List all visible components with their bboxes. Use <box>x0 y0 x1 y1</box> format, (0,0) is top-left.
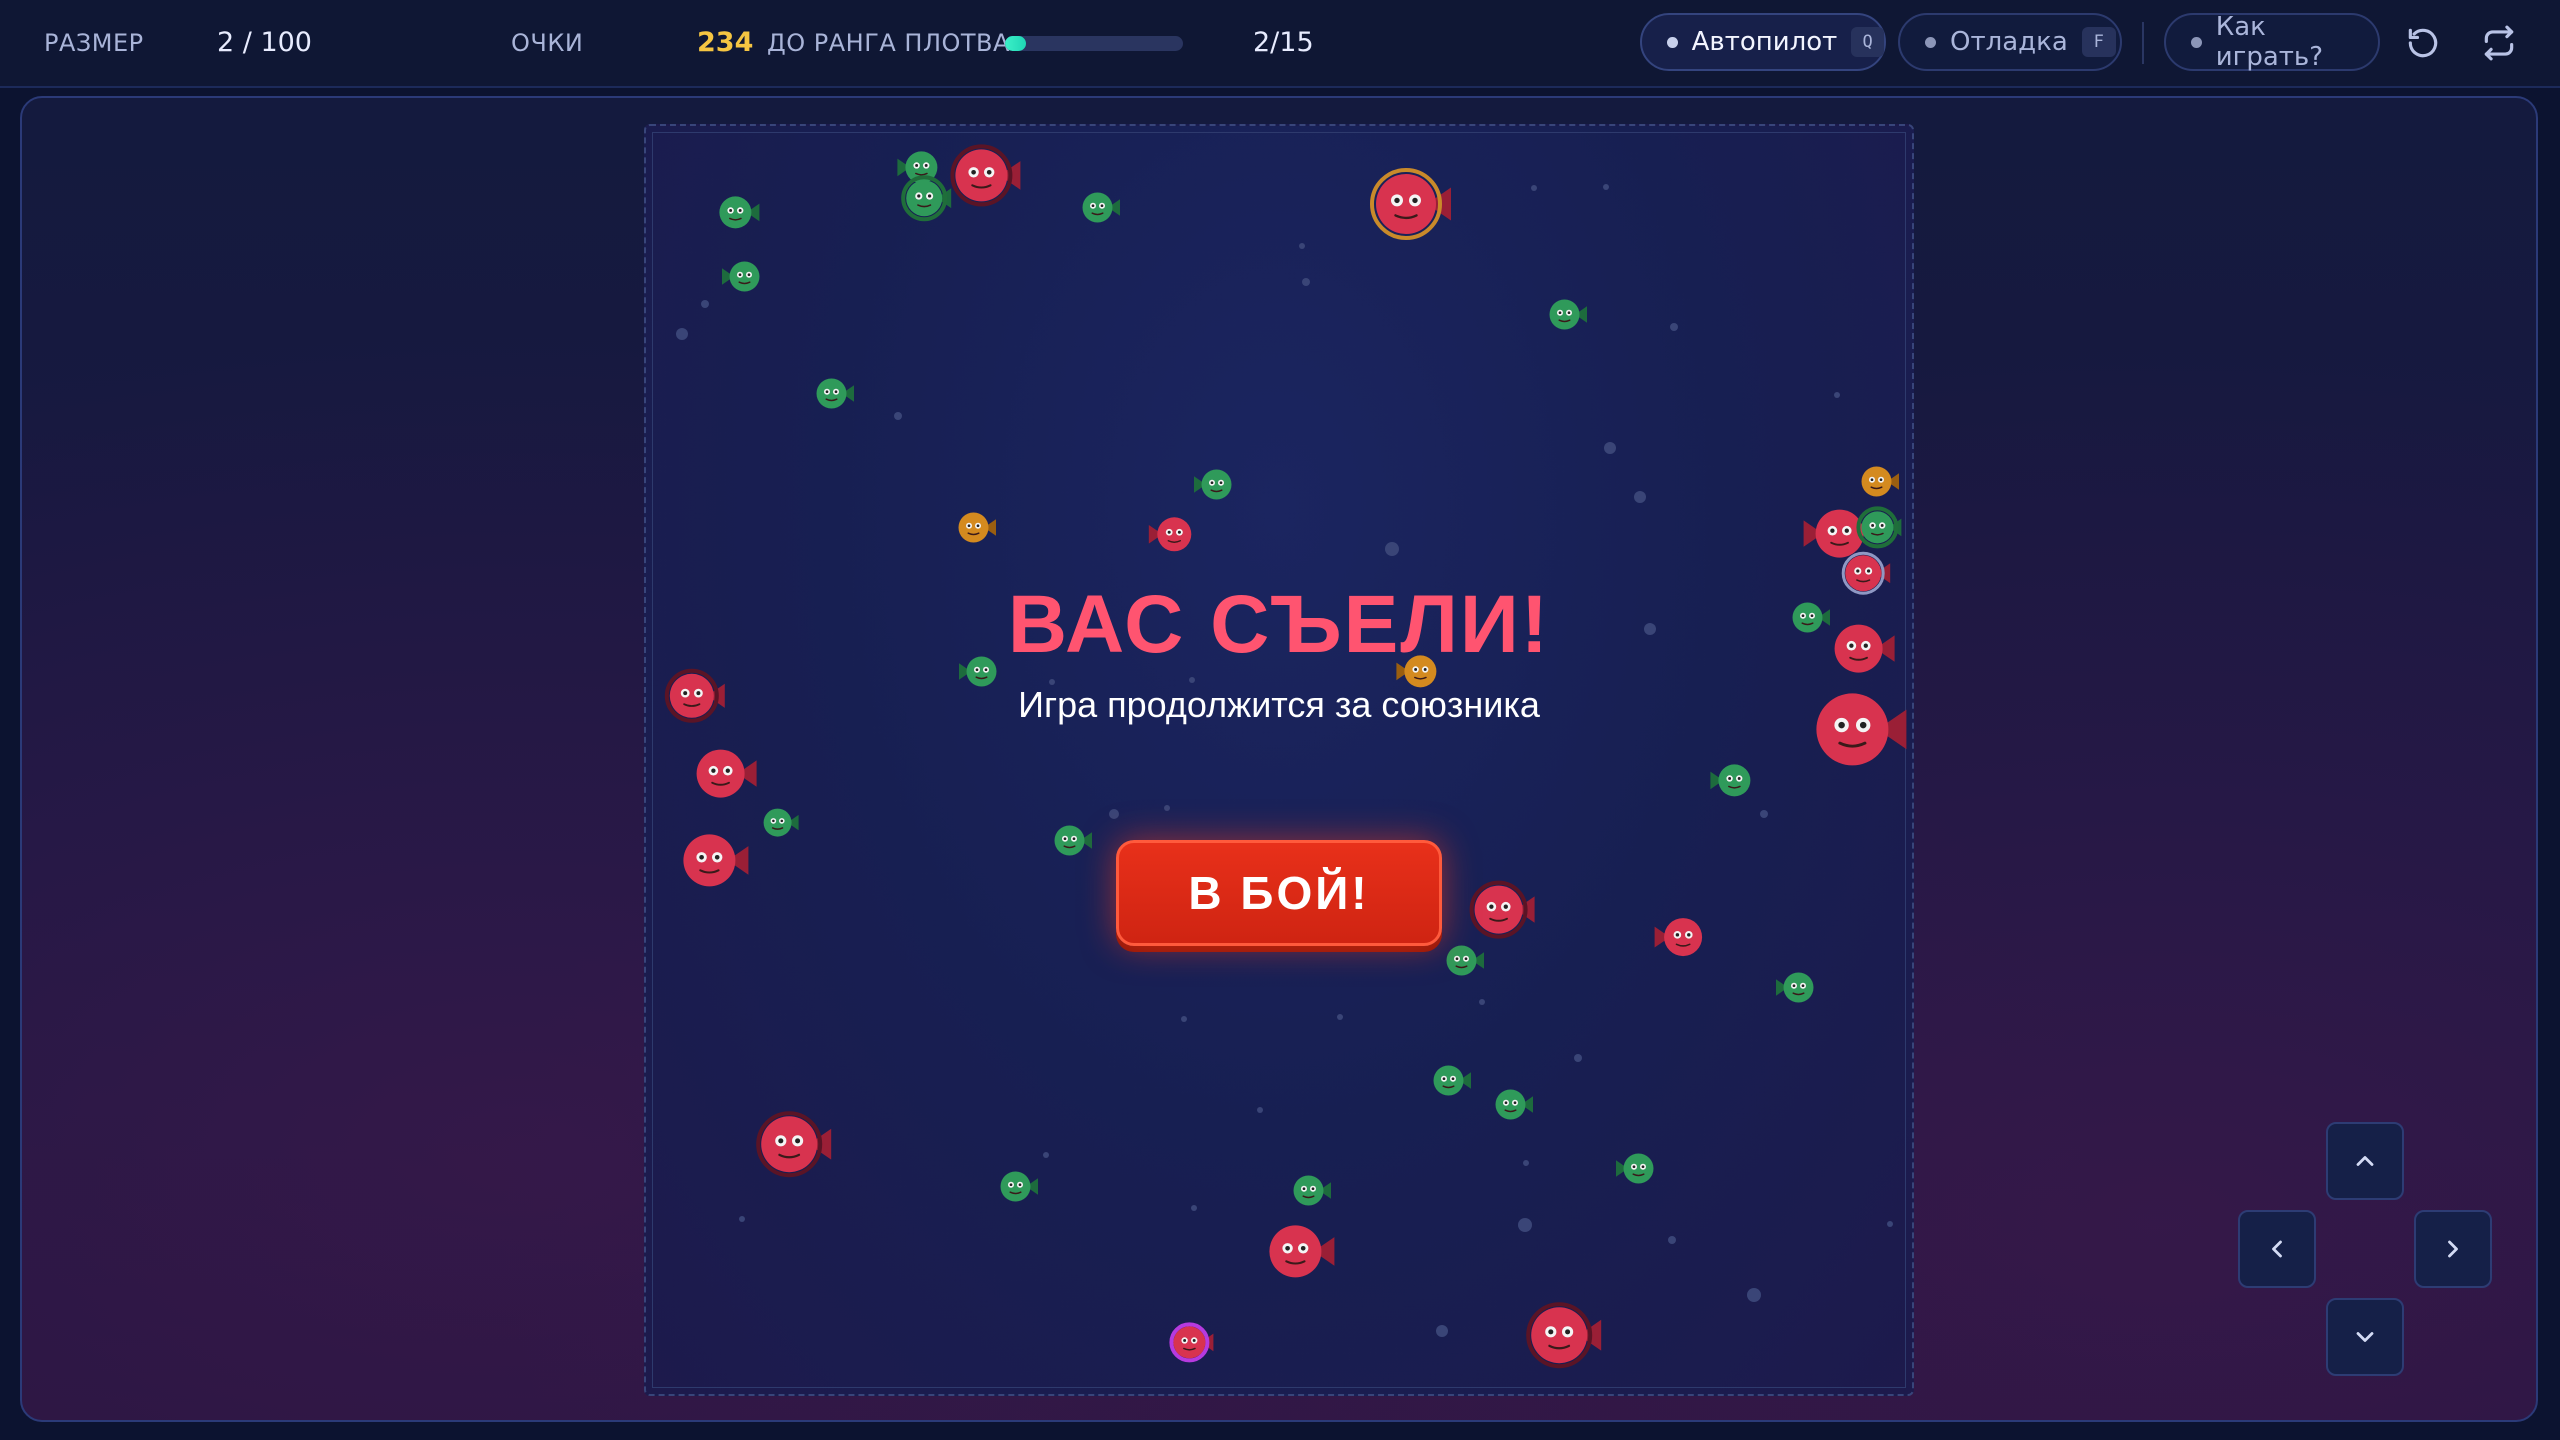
background-speck <box>1604 442 1616 454</box>
background-speck <box>1189 677 1195 683</box>
game-over-title: ВАС СЪЕЛИ! <box>1007 579 1551 670</box>
score-value: 234 <box>697 27 754 58</box>
help-dot <box>2191 36 2202 48</box>
swap-icon[interactable] <box>2476 20 2522 66</box>
restart-icon[interactable] <box>2400 20 2446 66</box>
background-speck <box>1668 1236 1676 1244</box>
chevron-right-icon <box>2448 1240 2458 1258</box>
background-speck <box>1523 1160 1529 1166</box>
background-speck <box>1670 323 1678 331</box>
enemy-fish <box>1506 1282 1612 1392</box>
background-speck <box>1385 542 1399 556</box>
rank-progress-fill <box>1005 36 1027 51</box>
dpad-down-button[interactable] <box>2326 1298 2404 1376</box>
debug-label: Отладка <box>1950 27 2068 57</box>
ally-fish <box>1482 1076 1539 1137</box>
background-speck <box>1436 1325 1448 1337</box>
background-speck <box>1531 185 1537 191</box>
autopilot-button[interactable]: Автопилот Q <box>1640 13 1886 71</box>
background-speck <box>701 300 709 308</box>
background-speck <box>1518 1218 1532 1232</box>
background-speck <box>1574 1054 1582 1062</box>
background-speck <box>1302 278 1310 286</box>
rank-progress-bar <box>1005 36 1183 51</box>
ally-fish <box>987 1158 1044 1219</box>
rank-value: 2/15 <box>1253 27 1314 58</box>
ally-fish <box>1069 179 1126 240</box>
background-speck <box>1834 392 1840 398</box>
background-speck <box>1191 1205 1197 1211</box>
background-speck <box>1479 999 1485 1005</box>
size-label: РАЗМЕР <box>44 29 144 57</box>
ally-fish <box>716 248 773 309</box>
background-speck <box>1887 1221 1893 1227</box>
how-to-play-button[interactable]: Как играть? <box>2164 12 2380 72</box>
ally-fish <box>1704 750 1765 815</box>
background-speck <box>1634 491 1646 503</box>
game-arena[interactable] <box>644 124 1914 1396</box>
fight-button[interactable]: В БОЙ! <box>1116 840 1442 946</box>
background-speck <box>676 328 688 340</box>
chevron-up-icon <box>2356 1156 2374 1166</box>
ally-fish <box>751 796 804 853</box>
enemy-fish <box>1784 661 1912 802</box>
ally-fish <box>1536 286 1593 347</box>
enemy-fish <box>1647 901 1719 977</box>
enemy-fish <box>1142 502 1207 571</box>
background-speck <box>1043 1152 1049 1158</box>
neutral-fish <box>945 499 1002 560</box>
ally-fish <box>803 365 860 426</box>
ally-fish <box>1433 932 1490 993</box>
autopilot-label: Автопилот <box>1691 27 1838 57</box>
enemy-fish <box>1159 1312 1220 1377</box>
enemy-fish <box>1349 147 1463 265</box>
debug-status-dot <box>1925 36 1936 48</box>
background-speck <box>894 412 902 420</box>
ally-fish <box>705 182 766 247</box>
chevron-down-icon <box>2356 1332 2374 1342</box>
autopilot-key-hint: Q <box>1851 27 1884 57</box>
background-speck <box>1164 805 1170 811</box>
background-speck <box>1337 1014 1343 1020</box>
chevron-left-icon <box>2272 1240 2282 1258</box>
background-speck <box>1257 1107 1263 1113</box>
debug-button[interactable]: Отладка F <box>1898 13 2122 71</box>
topbar-divider <box>2142 22 2144 64</box>
ally-fish <box>1610 1140 1667 1201</box>
background-speck <box>1747 1288 1761 1302</box>
background-speck <box>1603 184 1609 190</box>
ally-fish <box>1420 1052 1477 1113</box>
game-over-subtitle: Игра продолжится за союзника <box>1018 684 1540 725</box>
top-bar: РАЗМЕР 2 / 100 ОЧКИ 234 ДО РАНГА ПЛОТВА … <box>0 0 2560 88</box>
score-label: ОЧКИ <box>511 29 584 57</box>
autopilot-status-dot <box>1667 36 1678 48</box>
background-speck <box>1109 809 1119 819</box>
ally-fish <box>1041 812 1098 873</box>
how-to-play-label: Как играть? <box>2215 12 2324 72</box>
dpad-right-button[interactable] <box>2414 1210 2492 1288</box>
dpad-up-button[interactable] <box>2326 1122 2404 1200</box>
size-value: 2 / 100 <box>217 27 312 58</box>
enemy-fish <box>736 1091 842 1201</box>
background-speck <box>739 1216 745 1222</box>
enemy-fish <box>660 811 759 914</box>
background-speck <box>1299 243 1305 249</box>
background-speck <box>1181 1016 1187 1022</box>
ally-fish <box>1770 959 1827 1020</box>
enemy-fish <box>1246 1202 1345 1305</box>
debug-key-hint: F <box>2081 27 2116 57</box>
dpad-left-button[interactable] <box>2238 1210 2316 1288</box>
enemy-fish <box>932 126 1031 228</box>
rank-label: ДО РАНГА ПЛОТВА <box>767 29 1010 57</box>
